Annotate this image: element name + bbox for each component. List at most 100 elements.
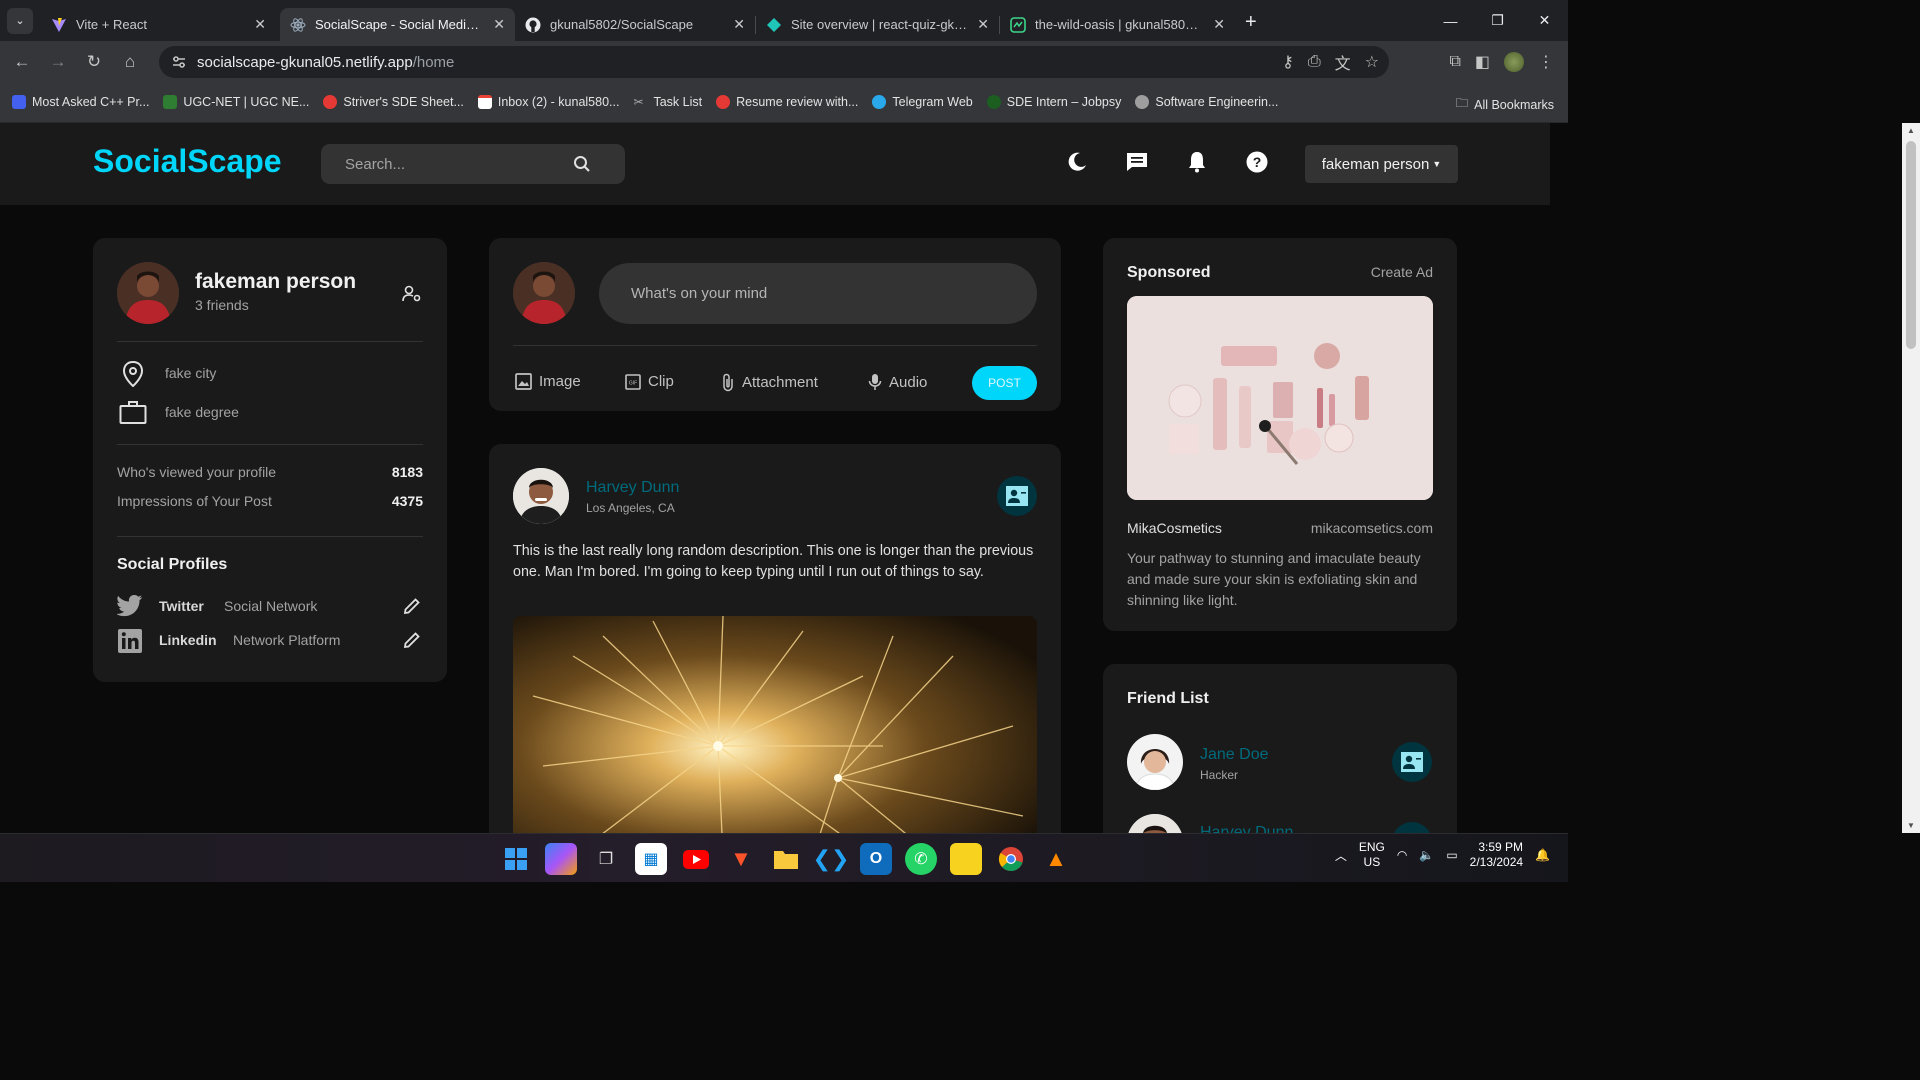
friend-avatar[interactable] (1127, 814, 1183, 833)
chevron-up-icon[interactable]: ︿ (1335, 847, 1347, 864)
bookmark-item[interactable]: Striver's SDE Sheet... (323, 95, 464, 109)
post-input[interactable]: What's on your mind (599, 263, 1037, 324)
remove-friend-button[interactable] (1392, 822, 1432, 833)
youtube-icon[interactable] (680, 843, 712, 875)
close-icon[interactable]: ✕ (493, 16, 505, 33)
edit-icon[interactable] (403, 631, 421, 649)
bookmark-item[interactable]: UGC-NET | UGC NE... (163, 95, 309, 109)
post-author-avatar[interactable] (513, 468, 569, 524)
notification-icon[interactable]: 🔔 (1535, 848, 1550, 862)
friend-name[interactable]: Harvey Dunn (1200, 824, 1293, 833)
dark-mode-icon[interactable] (1065, 150, 1089, 174)
bookmark-item[interactable]: ✂ Task List (633, 95, 702, 109)
profile-avatar[interactable] (1504, 51, 1524, 72)
clock[interactable]: 3:59 PM 2/13/2024 (1470, 840, 1523, 870)
tab-search-button[interactable]: ⌄ (7, 7, 33, 34)
language-indicator[interactable]: ENG US (1359, 840, 1385, 870)
close-window-icon[interactable]: ✕ (1521, 0, 1568, 41)
home-icon[interactable]: ⌂ (112, 52, 148, 72)
scrollbar-thumb[interactable] (1906, 141, 1916, 349)
user-menu-dropdown[interactable]: fakeman person ▼ (1305, 145, 1458, 183)
bookmark-item[interactable]: Telegram Web (872, 95, 973, 109)
key-icon[interactable]: ⚷ (1282, 52, 1294, 72)
bookmark-item[interactable]: Resume review with... (716, 95, 858, 109)
attachment-action[interactable]: Attachment (721, 373, 818, 392)
task-view-icon[interactable]: ❐ (590, 843, 622, 875)
all-bookmarks[interactable]: 🗀 All Bookmarks (1456, 94, 1554, 115)
scroll-up-icon[interactable]: ▲ (1907, 126, 1915, 135)
sticky-notes-icon[interactable] (950, 843, 982, 875)
image-action[interactable]: Image (515, 373, 581, 390)
search-input[interactable]: Search... (321, 144, 625, 184)
avatar[interactable] (117, 262, 179, 324)
help-icon[interactable]: ? (1245, 150, 1269, 174)
outlook-icon[interactable]: O (860, 843, 892, 875)
side-panel-icon[interactable]: ◧ (1475, 52, 1490, 72)
bookmark-item[interactable]: Software Engineerin... (1135, 95, 1278, 109)
tab-vite-react[interactable]: Vite + React ✕ (41, 8, 276, 41)
tab-socialscape[interactable]: SocialScape - Social Media App ✕ (280, 8, 515, 41)
wifi-icon[interactable]: ◠ (1397, 848, 1407, 862)
linkedin-label[interactable]: Linkedin (159, 632, 217, 648)
bookmark-star-icon[interactable]: ☆ (1365, 52, 1379, 72)
store-icon[interactable]: ▦ (635, 843, 667, 875)
remove-friend-button[interactable] (1392, 742, 1432, 782)
close-icon[interactable]: ✕ (733, 16, 745, 33)
tab-github[interactable]: gkunal5802/SocialScape ✕ (515, 8, 755, 41)
restore-icon[interactable]: ❐ (1474, 0, 1521, 41)
ad-image[interactable] (1127, 296, 1433, 500)
translate-icon[interactable]: 文 (1335, 50, 1351, 74)
briefcase-icon (119, 401, 147, 424)
twitter-desc: Social Network (224, 598, 318, 614)
omnibox[interactable]: socialscape-gkunal05.netlify.app/home ⚷ … (159, 46, 1389, 78)
vlc-icon[interactable]: ▲ (1040, 843, 1072, 875)
site-info-icon[interactable] (171, 54, 187, 70)
twitter-label[interactable]: Twitter (159, 598, 204, 614)
app-logo[interactable]: SocialScape (93, 143, 282, 180)
menu-icon[interactable]: ⋮ (1538, 52, 1554, 72)
tab-wild-oasis[interactable]: the-wild-oasis | gkunal5802's O ✕ (1000, 8, 1235, 41)
volume-icon[interactable]: 🔈 (1419, 848, 1434, 862)
bookmark-item[interactable]: SDE Intern – Jobpsy (986, 95, 1121, 109)
ad-site-link[interactable]: mikacomsetics.com (1311, 520, 1433, 536)
reload-icon[interactable]: ↻ (76, 52, 112, 72)
file-explorer-icon[interactable] (770, 843, 802, 875)
audio-action[interactable]: Audio (868, 373, 927, 391)
new-tab-button[interactable]: + (1245, 11, 1257, 34)
avatar[interactable] (513, 262, 575, 324)
close-icon[interactable]: ✕ (1213, 16, 1225, 33)
post-button[interactable]: POST (972, 366, 1037, 400)
notification-bell-icon[interactable] (1185, 150, 1209, 174)
friend-avatar[interactable] (1127, 734, 1183, 790)
vscode-icon[interactable]: ❮❯ (813, 843, 850, 875)
clip-action[interactable]: GIF Clip (625, 373, 674, 390)
close-icon[interactable]: ✕ (254, 16, 266, 33)
add-friend-button[interactable] (997, 476, 1037, 516)
bookmark-item[interactable]: Most Asked C++ Pr... (12, 95, 149, 109)
profile-name[interactable]: fakeman person (195, 270, 356, 294)
install-app-icon[interactable]: ⎙ (1308, 53, 1321, 71)
post-image[interactable] (513, 616, 1037, 833)
forward-icon[interactable]: → (40, 52, 76, 72)
whatsapp-icon[interactable]: ✆ (905, 843, 937, 875)
extensions-icon[interactable]: ⧉ (1449, 53, 1460, 71)
copilot-icon[interactable] (545, 843, 577, 875)
back-icon[interactable]: ← (4, 52, 40, 72)
edit-icon[interactable] (403, 597, 421, 615)
scroll-down-icon[interactable]: ▼ (1907, 821, 1915, 830)
search-icon[interactable] (573, 155, 591, 173)
manage-account-icon[interactable] (402, 285, 422, 303)
page-scrollbar[interactable]: ▲ ▼ (1902, 123, 1920, 833)
minimize-icon[interactable]: — (1427, 0, 1474, 41)
create-ad-link[interactable]: Create Ad (1371, 264, 1433, 280)
battery-icon[interactable]: ▭ (1446, 848, 1457, 862)
chrome-icon[interactable] (995, 843, 1027, 875)
start-icon[interactable] (500, 843, 532, 875)
brave-icon[interactable]: ▼ (725, 843, 757, 875)
post-author-name[interactable]: Harvey Dunn (586, 479, 679, 497)
friend-name[interactable]: Jane Doe (1200, 746, 1269, 764)
bookmark-item[interactable]: Inbox (2) - kunal580... (477, 95, 619, 109)
close-icon[interactable]: ✕ (977, 16, 989, 33)
tab-netlify[interactable]: Site overview | react-quiz-gkuna ✕ (756, 8, 999, 41)
message-icon[interactable] (1125, 150, 1149, 174)
